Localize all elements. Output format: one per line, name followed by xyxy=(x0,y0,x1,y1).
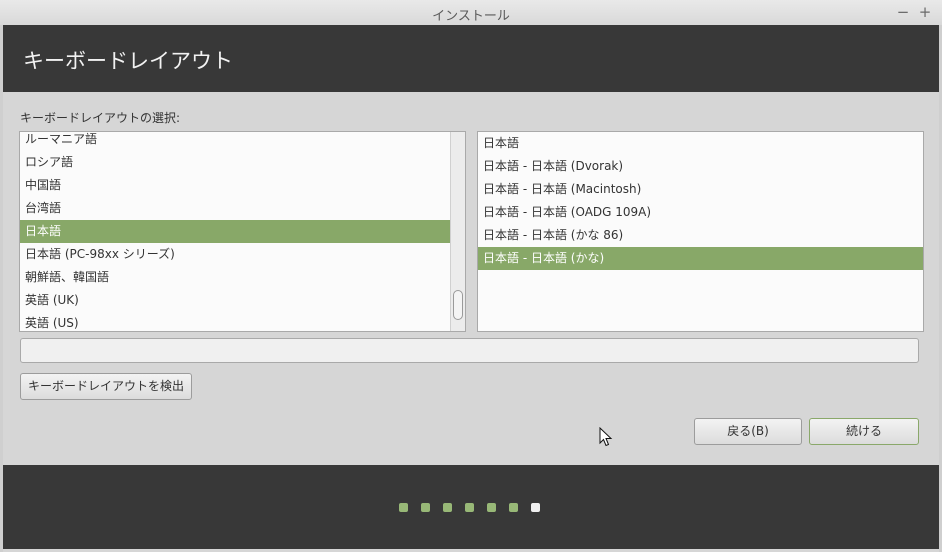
back-button[interactable]: 戻る(B) xyxy=(694,418,802,445)
progress-step-dot xyxy=(487,503,496,512)
window-title: インストール xyxy=(432,9,510,24)
page-header: キーボードレイアウト xyxy=(3,25,939,92)
variant-list-item[interactable]: 日本語 - 日本語 (Macintosh) xyxy=(478,178,923,201)
progress-step-dot xyxy=(531,503,540,512)
layout-list-item[interactable]: ロシア語 xyxy=(20,151,451,174)
detect-layout-button[interactable]: キーボードレイアウトを検出 xyxy=(20,373,192,400)
mouse-pointer-icon xyxy=(599,427,613,447)
progress-step-dot xyxy=(465,503,474,512)
layout-list-item[interactable]: 英語 (UK) xyxy=(20,289,451,312)
layout-list-item[interactable]: 英語 (US) xyxy=(20,312,451,331)
keyboard-layout-rows: ルーマニア語 ロシア語 中国語 台湾語 日本語 日本語 (PC-98xx シリーズ) 朝鮮語… xyxy=(20,132,451,331)
minimize-button[interactable]: − xyxy=(895,3,911,21)
variant-list-item[interactable]: 日本語 - 日本語 (かな) xyxy=(478,247,923,270)
layout-list-item[interactable]: 日本語 (PC-98xx シリーズ) xyxy=(20,243,451,266)
keyboard-variant-rows: 日本語 日本語 - 日本語 (Dvorak) 日本語 - 日本語 (Macintos… xyxy=(478,132,923,270)
keyboard-variant-list[interactable]: 日本語 日本語 - 日本語 (Dvorak) 日本語 - 日本語 (Macintos… xyxy=(477,131,924,332)
variant-list-item[interactable]: 日本語 - 日本語 (かな 86) xyxy=(478,224,923,247)
layout-select-label: キーボードレイアウトの選択: xyxy=(20,111,181,125)
progress-step-dot xyxy=(399,503,408,512)
maximize-button[interactable]: + xyxy=(917,3,933,21)
progress-footer xyxy=(3,465,939,549)
layout-list-item[interactable]: 台湾語 xyxy=(20,197,451,220)
variant-list-item[interactable]: 日本語 xyxy=(478,132,923,155)
page-title: キーボードレイアウト xyxy=(23,49,233,73)
variant-list-item[interactable]: 日本語 - 日本語 (OADG 109A) xyxy=(478,201,923,224)
scrollbar-thumb[interactable] xyxy=(453,290,463,320)
layout-list-scrollbar[interactable] xyxy=(450,132,465,331)
layout-list-item[interactable]: 中国語 xyxy=(20,174,451,197)
keyboard-test-input[interactable] xyxy=(20,338,919,363)
layout-list-item[interactable]: 朝鮮語、韓国語 xyxy=(20,266,451,289)
layout-list-item[interactable]: 日本語 xyxy=(20,220,451,243)
continue-button[interactable]: 続ける xyxy=(809,418,919,445)
keyboard-layout-list[interactable]: ルーマニア語 ロシア語 中国語 台湾語 日本語 日本語 (PC-98xx シリーズ) 朝鮮語… xyxy=(19,131,466,332)
progress-step-dot xyxy=(421,503,430,512)
progress-step-dot xyxy=(509,503,518,512)
layout-list-item[interactable]: ルーマニア語 xyxy=(20,132,451,151)
title-bar: インストール − + xyxy=(0,0,942,26)
progress-step-dot xyxy=(443,503,452,512)
variant-list-item[interactable]: 日本語 - 日本語 (Dvorak) xyxy=(478,155,923,178)
